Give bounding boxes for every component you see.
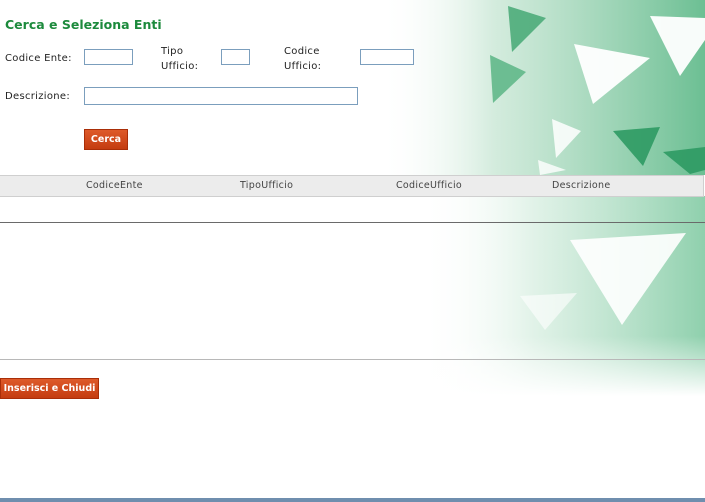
insert-and-close-button[interactable]: Inserisci e Chiudi — [0, 378, 99, 399]
tipo-ufficio-input[interactable] — [221, 49, 250, 65]
tipo-ufficio-label-line2: Ufficio: — [161, 61, 199, 72]
results-area-top-divider — [0, 222, 705, 223]
column-header-codice-ufficio[interactable]: CodiceUfficio — [396, 180, 462, 191]
search-button[interactable]: Cerca — [84, 129, 128, 150]
column-header-descrizione[interactable]: Descrizione — [552, 180, 610, 191]
column-header-tipo-ufficio[interactable]: TipoUfficio — [240, 180, 293, 191]
codice-ufficio-label: Codice Ufficio: — [284, 44, 321, 74]
codice-ufficio-label-line1: Codice — [284, 46, 320, 57]
tipo-ufficio-label-line1: Tipo — [161, 46, 184, 57]
descrizione-input[interactable] — [84, 87, 358, 105]
background-decoration — [380, 0, 705, 396]
codice-ufficio-label-line2: Ufficio: — [284, 61, 322, 72]
page-title: Cerca e Seleziona Enti — [5, 17, 162, 32]
results-grid-header: CodiceEnte TipoUfficio CodiceUfficio Des… — [0, 175, 704, 197]
descrizione-label: Descrizione: — [5, 91, 71, 102]
tipo-ufficio-label: Tipo Ufficio: — [161, 44, 198, 74]
codice-ufficio-input[interactable] — [360, 49, 414, 65]
window-bottom-border — [0, 498, 705, 502]
codice-ente-input[interactable] — [84, 49, 133, 65]
column-header-codice-ente[interactable]: CodiceEnte — [86, 180, 143, 191]
results-area-bottom-divider — [0, 359, 705, 360]
codice-ente-label: Codice Ente: — [5, 53, 72, 64]
